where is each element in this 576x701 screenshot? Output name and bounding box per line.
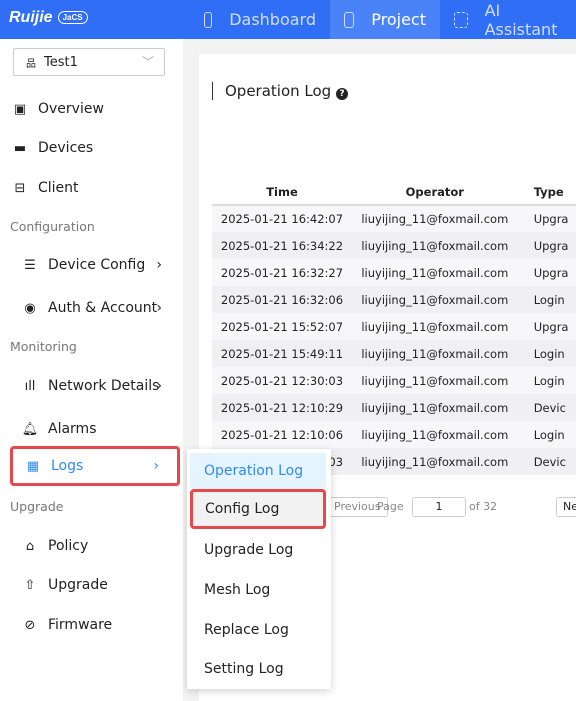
- table-row[interactable]: 2025-01-21 16:32:27 liuyijing_11@foxmail.…: [212, 259, 576, 286]
- network-icon: 品: [26, 58, 36, 70]
- section-upgrade: Upgrade: [10, 499, 64, 514]
- cell-operator: liuyijing_11@foxmail.com: [351, 232, 518, 259]
- project-selector[interactable]: 品 Test1 ﹀: [13, 48, 165, 76]
- section-configuration: Configuration: [10, 219, 95, 234]
- nav-ai-assistant[interactable]: AI Assistant: [440, 0, 576, 39]
- cell-type: Upgra: [517, 232, 576, 259]
- cell-time: 2025-01-21 15:49:11: [212, 340, 352, 367]
- apps-icon: [454, 11, 468, 28]
- sidebar-item-client[interactable]: ⊟ Client: [10, 169, 180, 207]
- sliders-icon: ☰: [24, 257, 36, 273]
- sidebar-item-device-config[interactable]: ☰ Device Config ›: [10, 246, 180, 284]
- upload-icon: ⇧: [24, 577, 36, 593]
- bell-icon: 🔔︎: [21, 421, 39, 437]
- menu-item-setting-log[interactable]: Setting Log: [190, 651, 326, 687]
- menu-item-operation-log[interactable]: Operation Log: [190, 453, 326, 489]
- cell-time: 2025-01-21 12:10:29: [212, 394, 352, 421]
- table-row[interactable]: 2025-01-21 16:32:06 liuyijing_11@foxmail.…: [212, 286, 576, 313]
- cell-type: Devic: [517, 448, 576, 475]
- menu-item-replace-log[interactable]: Replace Log: [190, 612, 326, 648]
- chevron-right-icon: ›: [156, 257, 162, 273]
- menu-item-upgrade-log[interactable]: Upgrade Log: [190, 532, 326, 568]
- cell-time: 2025-01-21 15:52:07: [212, 313, 352, 340]
- cell-operator: liuyijing_11@foxmail.com: [351, 259, 518, 286]
- cell-time: 2025-01-21 12:10:06: [212, 421, 352, 448]
- table-row[interactable]: 2025-01-21 16:42:07 liuyijing_11@foxmail.…: [212, 205, 576, 232]
- column-header-time[interactable]: Time: [212, 179, 352, 206]
- top-bar: Ruijie JaCS Dashboard Project AI Assistan…: [0, 0, 576, 39]
- table-row[interactable]: 2025-01-21 16:34:22 liuyijing_11@foxmail.…: [212, 232, 576, 259]
- sidebar-item-logs[interactable]: ▦ Logs ›: [10, 446, 180, 486]
- cell-type: Upgra: [517, 259, 576, 286]
- cell-time: 2025-01-21 16:42:07: [212, 205, 352, 232]
- sidebar-item-overview[interactable]: ▣ Overview: [10, 90, 180, 128]
- logs-submenu: Operation Log Config Log Upgrade Log Mes…: [187, 449, 331, 689]
- cell-operator: liuyijing_11@foxmail.com: [351, 340, 518, 367]
- sidebar-item-network-details[interactable]: ıll Network Details ›: [10, 367, 180, 405]
- chevron-right-icon: ›: [156, 378, 162, 394]
- user-icon: ◉: [24, 300, 36, 316]
- sidebar-item-auth-account[interactable]: ◉ Auth & Account ›: [10, 289, 180, 327]
- menu-item-mesh-log[interactable]: Mesh Log: [190, 572, 326, 608]
- help-icon[interactable]: ?: [336, 88, 348, 100]
- cell-type: Login: [517, 367, 576, 394]
- cell-type: Upgra: [517, 205, 576, 232]
- sidebar: 品 Test1 ﹀ ▣ Overview ▬ Devices ⊟ Client Confi…: [0, 39, 183, 701]
- page-title: Operation Log ?: [212, 82, 348, 100]
- cell-operator: liuyijing_11@foxmail.com: [351, 421, 518, 448]
- overview-icon: ▣: [13, 101, 27, 117]
- table-row[interactable]: 2025-01-21 12:10:29 liuyijing_11@foxmail.…: [212, 394, 576, 421]
- chevron-right-icon: ›: [153, 458, 159, 474]
- cell-time: 2025-01-21 16:34:22: [212, 232, 352, 259]
- logo[interactable]: Ruijie JaCS: [9, 9, 88, 27]
- cell-operator: liuyijing_11@foxmail.com: [351, 367, 518, 394]
- cell-type: Login: [517, 286, 576, 313]
- table-row[interactable]: 2025-01-21 12:10:06 liuyijing_11@foxmail.…: [212, 421, 576, 448]
- cell-operator: liuyijing_11@foxmail.com: [351, 448, 518, 475]
- chevron-down-icon: ﹀: [141, 55, 154, 69]
- table-row[interactable]: 2025-01-21 15:52:07 liuyijing_11@foxmail.…: [212, 313, 576, 340]
- table-row[interactable]: 2025-01-21 15:49:11 liuyijing_11@foxmail.…: [212, 340, 576, 367]
- calendar-icon: ▦: [26, 458, 40, 474]
- sidebar-item-alarms[interactable]: 🔔︎ Alarms: [10, 410, 180, 448]
- page-total: of 32: [469, 500, 498, 513]
- cell-time: 2025-01-21 12:30:03: [212, 367, 352, 394]
- cube-icon: [344, 11, 355, 28]
- sidebar-item-policy[interactable]: ⌂ Policy: [10, 527, 180, 565]
- next-page-button[interactable]: Next: [556, 497, 576, 517]
- firmware-icon: ⊘: [24, 617, 36, 633]
- cell-type: Devic: [517, 394, 576, 421]
- cell-operator: liuyijing_11@foxmail.com: [351, 313, 518, 340]
- devices-icon: ▬: [13, 140, 27, 156]
- cell-time: 2025-01-21 16:32:27: [212, 259, 352, 286]
- table-row[interactable]: 2025-01-21 12:30:03 liuyijing_11@foxmail.…: [212, 367, 576, 394]
- policy-icon: ⌂: [25, 538, 35, 554]
- nav-project[interactable]: Project: [330, 0, 440, 39]
- column-header-type[interactable]: Type: [517, 179, 576, 206]
- column-header-operator[interactable]: Operator: [351, 179, 518, 206]
- sidebar-item-firmware[interactable]: ⊘ Firmware: [10, 606, 180, 644]
- client-icon: ⊟: [14, 180, 26, 196]
- signal-icon: ıll: [24, 378, 36, 394]
- operation-log-table: Time Operator Type 2025-01-21 16:42:07 li…: [212, 179, 576, 475]
- home-icon: [204, 11, 213, 28]
- cell-operator: liuyijing_11@foxmail.com: [351, 286, 518, 313]
- section-monitoring: Monitoring: [10, 339, 77, 354]
- cell-operator: liuyijing_11@foxmail.com: [351, 394, 518, 421]
- nav-dashboard[interactable]: Dashboard: [190, 0, 330, 39]
- chevron-right-icon: ›: [156, 300, 162, 316]
- page-input[interactable]: 1: [412, 497, 466, 517]
- cell-type: Login: [517, 340, 576, 367]
- sidebar-item-upgrade[interactable]: ⇧ Upgrade: [10, 566, 180, 604]
- page-label: Page: [377, 500, 404, 513]
- cell-operator: liuyijing_11@foxmail.com: [351, 205, 518, 232]
- menu-item-config-log[interactable]: Config Log: [190, 489, 326, 529]
- cell-type: Login: [517, 421, 576, 448]
- cell-type: Upgra: [517, 313, 576, 340]
- cell-time: 2025-01-21 16:32:06: [212, 286, 352, 313]
- sidebar-item-devices[interactable]: ▬ Devices: [10, 129, 180, 167]
